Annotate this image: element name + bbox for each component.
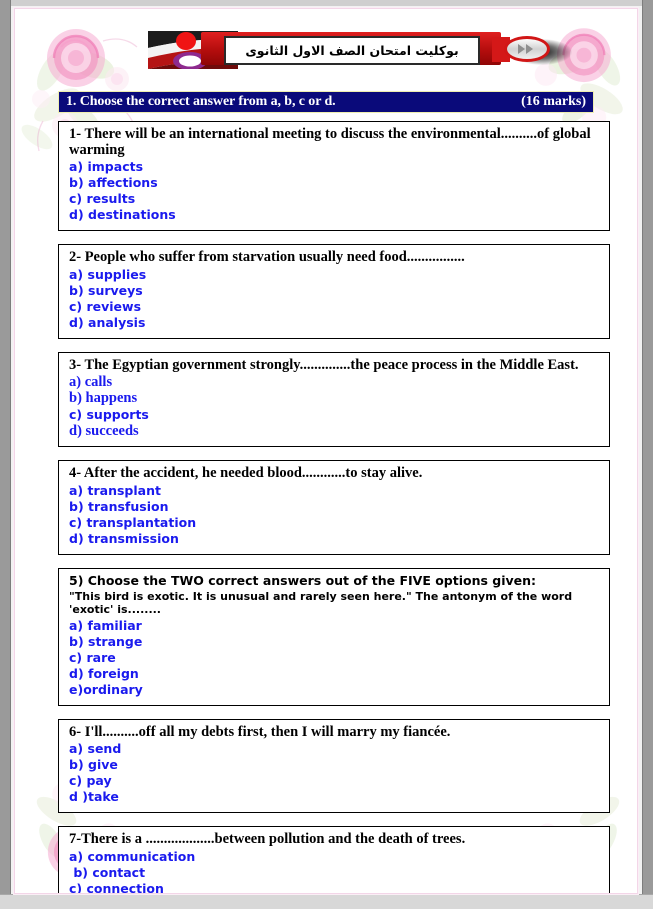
answer-option[interactable]: d )take (69, 789, 603, 805)
answer-option[interactable]: b) transfusion (69, 499, 603, 515)
header-banner: بوكليت امتحان الصف الاول الثانوى (15, 25, 637, 75)
answer-option[interactable]: c) results (69, 191, 603, 207)
question-box: 5) Choose the TWO correct answers out of… (58, 567, 610, 707)
question-stem: 6- I'll..........off all my debts first,… (69, 724, 451, 741)
window-top-edge (0, 0, 653, 6)
next-arrow-button[interactable] (504, 36, 550, 62)
answer-option[interactable]: d) succeeds (69, 423, 603, 440)
answer-option[interactable]: c) transplantation (69, 515, 603, 531)
answer-option[interactable]: d) transmission (69, 531, 603, 547)
answer-option[interactable]: b) give (69, 757, 603, 773)
answer-option[interactable]: c) rare (69, 650, 603, 666)
answer-option[interactable]: b) strange (69, 634, 603, 650)
question-stem: 5) Choose the TWO correct answers out of… (69, 572, 537, 588)
answer-option[interactable]: b) affections (69, 175, 603, 191)
section-heading-bar: 1. Choose the correct answer from a, b, … (58, 91, 594, 113)
question-box: 2- People who suffer from starvation usu… (58, 244, 610, 339)
answer-option[interactable]: c) connection (69, 881, 603, 893)
question-stem: 1- There will be an international meetin… (69, 126, 591, 159)
answer-option[interactable]: a) transplant (69, 483, 603, 499)
answer-option[interactable]: b) contact (69, 865, 603, 881)
page-gutter-right (642, 0, 653, 909)
answer-option[interactable]: d) foreign (69, 666, 603, 682)
answer-option[interactable]: a) send (69, 741, 603, 757)
question-box: 1- There will be an international meetin… (58, 121, 610, 232)
section-marks-label: (16 marks) (521, 94, 586, 109)
document-viewport: بوكليت امتحان الصف الاول الثانوى 1. Choo… (0, 0, 653, 909)
question-stem-secondary: "This bird is exotic. It is unusual and … (69, 589, 573, 617)
answer-option[interactable]: c) supports (69, 407, 603, 423)
answer-option[interactable]: a) familiar (69, 618, 603, 634)
answer-option[interactable]: a) impacts (69, 159, 603, 175)
page-bottom-edge (0, 894, 653, 909)
section-heading-text: 1. Choose the correct answer from a, b, … (66, 94, 336, 109)
question-stem: 7-There is a ...................between … (69, 831, 466, 848)
double-chevron-right-icon (518, 44, 533, 54)
question-box: 6- I'll..........off all my debts first,… (58, 719, 610, 814)
worksheet-page: بوكليت امتحان الصف الاول الثانوى 1. Choo… (14, 8, 638, 894)
answer-option[interactable]: c) reviews (69, 299, 603, 315)
answer-option[interactable]: a) calls (69, 374, 603, 391)
answer-option[interactable]: b) happens (69, 390, 603, 407)
question-stem: 3- The Egyptian government strongly.....… (69, 356, 579, 373)
answer-option[interactable]: a) communication (69, 849, 603, 865)
question-stem: 2- People who suffer from starvation usu… (69, 249, 465, 266)
answer-option[interactable]: d) destinations (69, 207, 603, 223)
exam-title-plate: بوكليت امتحان الصف الاول الثانوى (224, 36, 480, 65)
answer-option[interactable]: e)ordinary (69, 682, 603, 698)
question-stem: 4- After the accident, he needed blood..… (69, 465, 423, 482)
questions-container: 1- There will be an international meetin… (58, 121, 610, 893)
answer-option[interactable]: d) analysis (69, 315, 603, 331)
answer-option[interactable]: b) surveys (69, 283, 603, 299)
answer-option[interactable]: a) supplies (69, 267, 603, 283)
question-box: 7-There is a ...................between … (58, 826, 610, 893)
exam-title-text: بوكليت امتحان الصف الاول الثانوى (245, 43, 459, 58)
answer-option[interactable]: c) pay (69, 773, 603, 789)
page-gutter-left (0, 0, 11, 909)
question-box: 3- The Egyptian government strongly.....… (58, 351, 610, 448)
question-box: 4- After the accident, he needed blood..… (58, 460, 610, 555)
